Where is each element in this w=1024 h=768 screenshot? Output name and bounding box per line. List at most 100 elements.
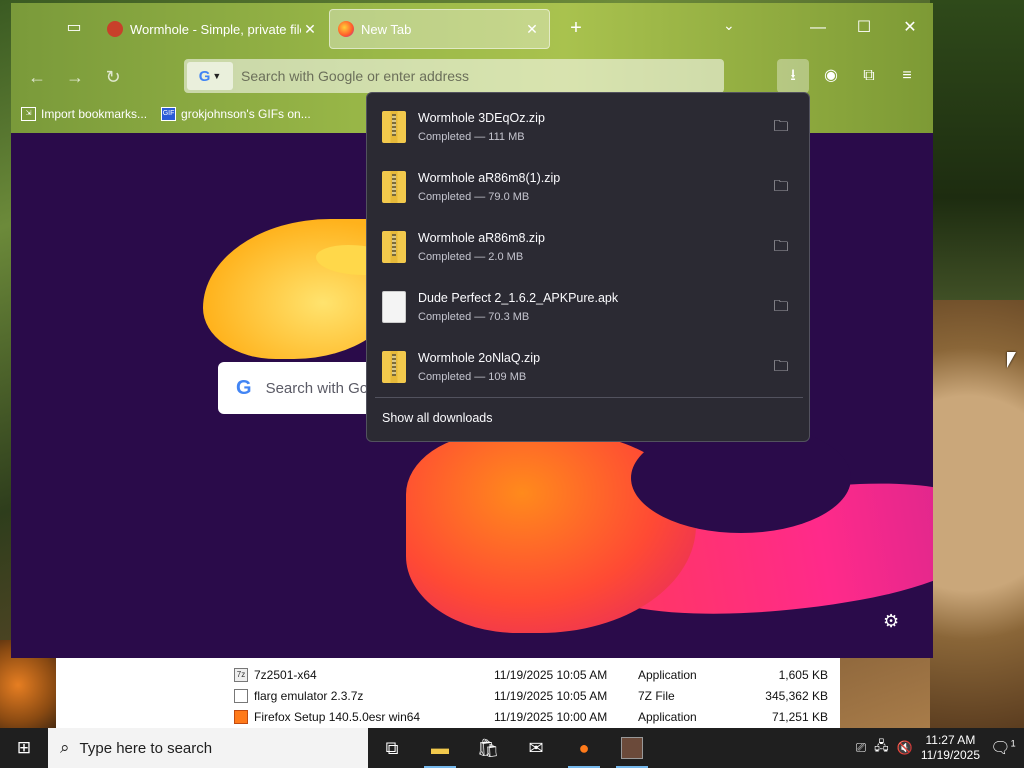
file-date: 11/19/2025 10:05 AM (494, 689, 608, 703)
download-status: Completed — 111 MB (418, 131, 525, 143)
firefox-favicon-icon (338, 21, 354, 37)
file-type: Application (638, 668, 697, 682)
back-button[interactable]: ← (23, 63, 51, 91)
download-item[interactable]: Dude Perfect 2_1.6.2_APKPure.apk Complet… (367, 279, 811, 335)
tab-new-tab[interactable]: New Tab ✕ (329, 9, 550, 49)
mouse-cursor-icon (1007, 352, 1016, 368)
downloads-button[interactable]: ⭳ (777, 59, 809, 93)
file-type: Application (638, 710, 697, 724)
taskbar-search-box[interactable]: ⌕ Type here to search (48, 728, 368, 768)
bookmark-import[interactable]: ⇲ Import bookmarks... (21, 107, 147, 121)
download-name: Wormhole 2oNlaQ.zip (418, 351, 541, 365)
file-icon (234, 689, 248, 703)
app-thumbnail-icon[interactable] (608, 728, 656, 768)
camera-icon[interactable]: ⎚ (856, 740, 866, 756)
file-row[interactable]: flarg emulator 2.3.7z 11/19/2025 10:05 A… (234, 686, 828, 706)
forward-button[interactable]: → (61, 63, 89, 91)
list-all-tabs-chevron-icon[interactable]: ⌄ (723, 17, 735, 34)
search-engine-selector[interactable]: G ▼ (187, 62, 233, 90)
tab-wormhole[interactable]: Wormhole - Simple, private file ✕ (99, 9, 327, 49)
download-item[interactable]: Wormhole 3DEqOz.zip Completed — 111 MB 🗀 (367, 99, 811, 155)
download-item[interactable]: Wormhole 2oNlaQ.zip Completed — 109 MB 🗀 (367, 339, 811, 395)
reload-button[interactable]: ↻ (99, 63, 127, 91)
firefox-view-icon[interactable]: ▭ (61, 15, 87, 41)
maximize-button[interactable]: ☐ (849, 15, 879, 41)
download-name: Wormhole aR86m8.zip (418, 231, 545, 245)
account-icon[interactable]: ◉ (815, 59, 847, 93)
download-name: Wormhole aR86m8(1).zip (418, 171, 561, 185)
firefox-taskbar-icon[interactable]: ● (560, 728, 608, 768)
wormhole-favicon-icon (107, 21, 123, 37)
network-icon[interactable]: 🖧 (874, 737, 889, 759)
volume-muted-icon[interactable]: 🔇 (897, 740, 913, 756)
notification-center-icon[interactable]: 🗨1 (988, 738, 1018, 758)
downloads-panel: Wormhole 3DEqOz.zip Completed — 111 MB 🗀… (366, 92, 810, 442)
mail-icon[interactable]: ✉ (512, 728, 560, 768)
google-icon: G (198, 67, 211, 85)
show-in-folder-icon[interactable]: 🗀 (767, 293, 795, 321)
import-icon: ⇲ (21, 107, 36, 121)
menu-icon[interactable]: ≡ (891, 59, 923, 93)
bookmark-label: grokjohnson's GIFs on... (181, 107, 311, 121)
file-name: flarg emulator 2.3.7z (254, 689, 364, 703)
show-in-folder-icon[interactable]: 🗀 (767, 233, 795, 261)
download-status: Completed — 79.0 MB (418, 191, 530, 203)
zip-file-icon (382, 231, 406, 263)
firefox-installer-icon (234, 710, 248, 724)
tab-bar: ▭ Wormhole - Simple, private file ✕ New … (11, 3, 933, 53)
file-explorer-icon[interactable]: ▬ (416, 728, 464, 768)
download-status: Completed — 2.0 MB (418, 251, 524, 263)
clock-time: 11:27 AM (925, 733, 976, 747)
tab-label: New Tab (361, 21, 412, 37)
file-type: 7Z File (638, 689, 675, 703)
file-explorer-window: 7z 7z2501-x64 11/19/2025 10:05 AM Applic… (56, 655, 840, 730)
notification-count: 1 (1010, 738, 1016, 749)
close-window-button[interactable]: ✕ (895, 15, 925, 41)
bookmark-gifs[interactable]: GIF grokjohnson's GIFs on... (161, 107, 311, 121)
application-icon: 7z (234, 668, 248, 682)
system-tray: ⎚ 🖧 🔇 11:27 AM 11/19/2025 🗨1 (856, 733, 1024, 763)
download-name: Wormhole 3DEqOz.zip (418, 111, 545, 125)
extensions-icon[interactable]: ⧉ (853, 59, 885, 93)
gear-icon[interactable]: ⚙ (883, 611, 899, 632)
file-row[interactable]: Firefox Setup 140.5.0esr win64 11/19/202… (234, 707, 828, 727)
show-in-folder-icon[interactable]: 🗀 (767, 173, 795, 201)
file-name: Firefox Setup 140.5.0esr win64 (254, 710, 421, 724)
microsoft-store-icon[interactable]: 🛍 (464, 728, 512, 768)
file-size: 71,251 KB (771, 710, 828, 724)
task-view-icon[interactable]: ⧉ (368, 728, 416, 768)
taskbar-search-placeholder: Type here to search (79, 739, 213, 757)
download-name: Dude Perfect 2_1.6.2_APKPure.apk (418, 291, 619, 305)
clock[interactable]: 11:27 AM 11/19/2025 (921, 733, 980, 763)
search-icon: ⌕ (60, 738, 70, 757)
tab-label: Wormhole - Simple, private file (130, 21, 301, 37)
close-tab-icon[interactable]: ✕ (523, 21, 541, 38)
show-all-downloads-link[interactable]: Show all downloads (382, 411, 493, 425)
download-item[interactable]: Wormhole aR86m8(1).zip Completed — 79.0 … (367, 159, 811, 215)
file-date: 11/19/2025 10:05 AM (494, 668, 608, 682)
url-input[interactable] (241, 68, 724, 84)
file-row[interactable]: 7z 7z2501-x64 11/19/2025 10:05 AM Applic… (234, 665, 828, 685)
zip-file-icon (382, 351, 406, 383)
address-bar[interactable]: G ▼ (184, 59, 724, 93)
file-name: 7z2501-x64 (254, 668, 317, 682)
file-size: 345,362 KB (765, 689, 828, 703)
show-in-folder-icon[interactable]: 🗀 (767, 113, 795, 141)
clock-date: 11/19/2025 (920, 748, 980, 762)
divider (375, 397, 803, 398)
bookmark-label: Import bookmarks... (41, 107, 148, 121)
newtab-search-placeholder: Search with Go (265, 379, 369, 397)
close-tab-icon[interactable]: ✕ (301, 21, 319, 38)
download-status: Completed — 70.3 MB (418, 311, 530, 323)
file-size: 1,605 KB (778, 668, 828, 682)
show-in-folder-icon[interactable]: 🗀 (767, 353, 795, 381)
file-date: 11/19/2025 10:00 AM (494, 710, 608, 724)
minimize-button[interactable]: — (803, 15, 833, 41)
gif-icon: GIF (161, 107, 177, 121)
download-status: Completed — 109 MB (418, 371, 527, 383)
windows-start-icon[interactable]: ⊞ (0, 728, 48, 768)
new-tab-button[interactable]: + (563, 15, 589, 41)
zip-file-icon (382, 111, 406, 143)
download-item[interactable]: Wormhole aR86m8.zip Completed — 2.0 MB 🗀 (367, 219, 811, 275)
google-icon: G (236, 376, 252, 399)
